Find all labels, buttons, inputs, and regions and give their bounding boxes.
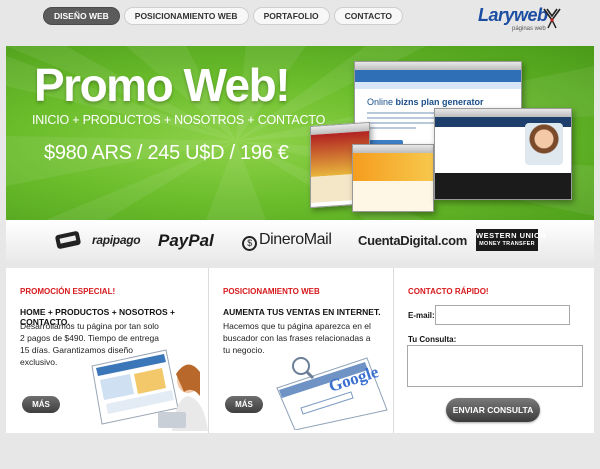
promo-banner[interactable]: Promo Web! INICIO + PRODUCTOS + NOSOTROS… bbox=[6, 46, 594, 220]
contact-form-title: CONTACTO RÁPIDO! bbox=[408, 287, 489, 296]
promo-price: $980 ARS / 245 U$D / 196 € bbox=[44, 142, 289, 164]
payment-dineromail: $ DineroMail bbox=[242, 231, 332, 251]
payment-cuentadigital: CuentaDigital.com bbox=[358, 233, 468, 248]
nav-item-contacto[interactable]: CONTACTO bbox=[333, 7, 404, 25]
email-field[interactable] bbox=[435, 305, 570, 325]
contact-section: CONTACTO RÁPIDO! E-mail: Tu Consulta: EN… bbox=[393, 268, 594, 433]
payment-western-union: WESTERN UNION MONEY TRANSFER bbox=[476, 229, 546, 251]
email-label: E-mail: bbox=[408, 311, 435, 320]
website-mockups: Online bizns plan generator bbox=[302, 56, 592, 216]
promo-subtitle: INICIO + PRODUCTOS + NOSOTROS + CONTACTO bbox=[32, 113, 326, 127]
content-panel: PROMOCIÓN ESPECIAL! HOME + PRODUCTOS + N… bbox=[6, 268, 594, 433]
nav-item-posicionamiento-web[interactable]: POSICIONAMIENTO WEB bbox=[123, 7, 249, 25]
footer bbox=[6, 433, 594, 469]
nav-item-diseno-web[interactable]: DISEÑO WEB bbox=[43, 7, 120, 25]
seo-section-lead: AUMENTA TUS VENTAS EN INTERNET. bbox=[223, 307, 381, 317]
main-nav: DISEÑO WEB POSICIONAMIENTO WEB PORTAFOLI… bbox=[43, 7, 404, 25]
dineromail-icon: $ bbox=[242, 236, 257, 251]
payment-methods-strip: rapipago PayPal $ DineroMail CuentaDigita… bbox=[6, 220, 594, 262]
promo-more-button[interactable]: MÁS bbox=[22, 396, 60, 413]
mockup-heading: Online bizns plan generator bbox=[367, 97, 484, 107]
brand-mark-icon bbox=[543, 8, 561, 29]
message-label: Tu Consulta: bbox=[408, 335, 457, 344]
promo-title: Promo Web! bbox=[34, 59, 291, 111]
mockup-window-middle bbox=[352, 144, 434, 212]
pagofacil-icon bbox=[55, 231, 81, 249]
search-engine-illustration: Google bbox=[276, 357, 388, 430]
seo-section-title: POSICIONAMIENTO WEB bbox=[223, 287, 320, 296]
nav-item-portafolio[interactable]: PORTAFOLIO bbox=[252, 7, 330, 25]
promo-section-title: PROMOCIÓN ESPECIAL! bbox=[20, 287, 116, 296]
seo-more-button[interactable]: MÁS bbox=[225, 396, 263, 413]
payment-paypal: PayPal bbox=[158, 231, 214, 250]
send-inquiry-button[interactable]: ENVIAR CONSULTA bbox=[446, 398, 540, 422]
brand-logo[interactable]: Laryweb páginas web bbox=[478, 5, 568, 35]
seo-section: POSICIONAMIENTO WEB AUMENTA TUS VENTAS E… bbox=[208, 268, 393, 433]
woman-photo bbox=[525, 123, 563, 165]
payment-rapipago: rapipago bbox=[92, 233, 141, 247]
brand-name: Laryweb bbox=[478, 5, 548, 25]
promo-illustration bbox=[91, 349, 208, 431]
promo-section: PROMOCIÓN ESPECIAL! HOME + PRODUCTOS + N… bbox=[6, 268, 208, 433]
message-field[interactable] bbox=[407, 345, 583, 387]
mockup-window-right bbox=[434, 108, 572, 200]
